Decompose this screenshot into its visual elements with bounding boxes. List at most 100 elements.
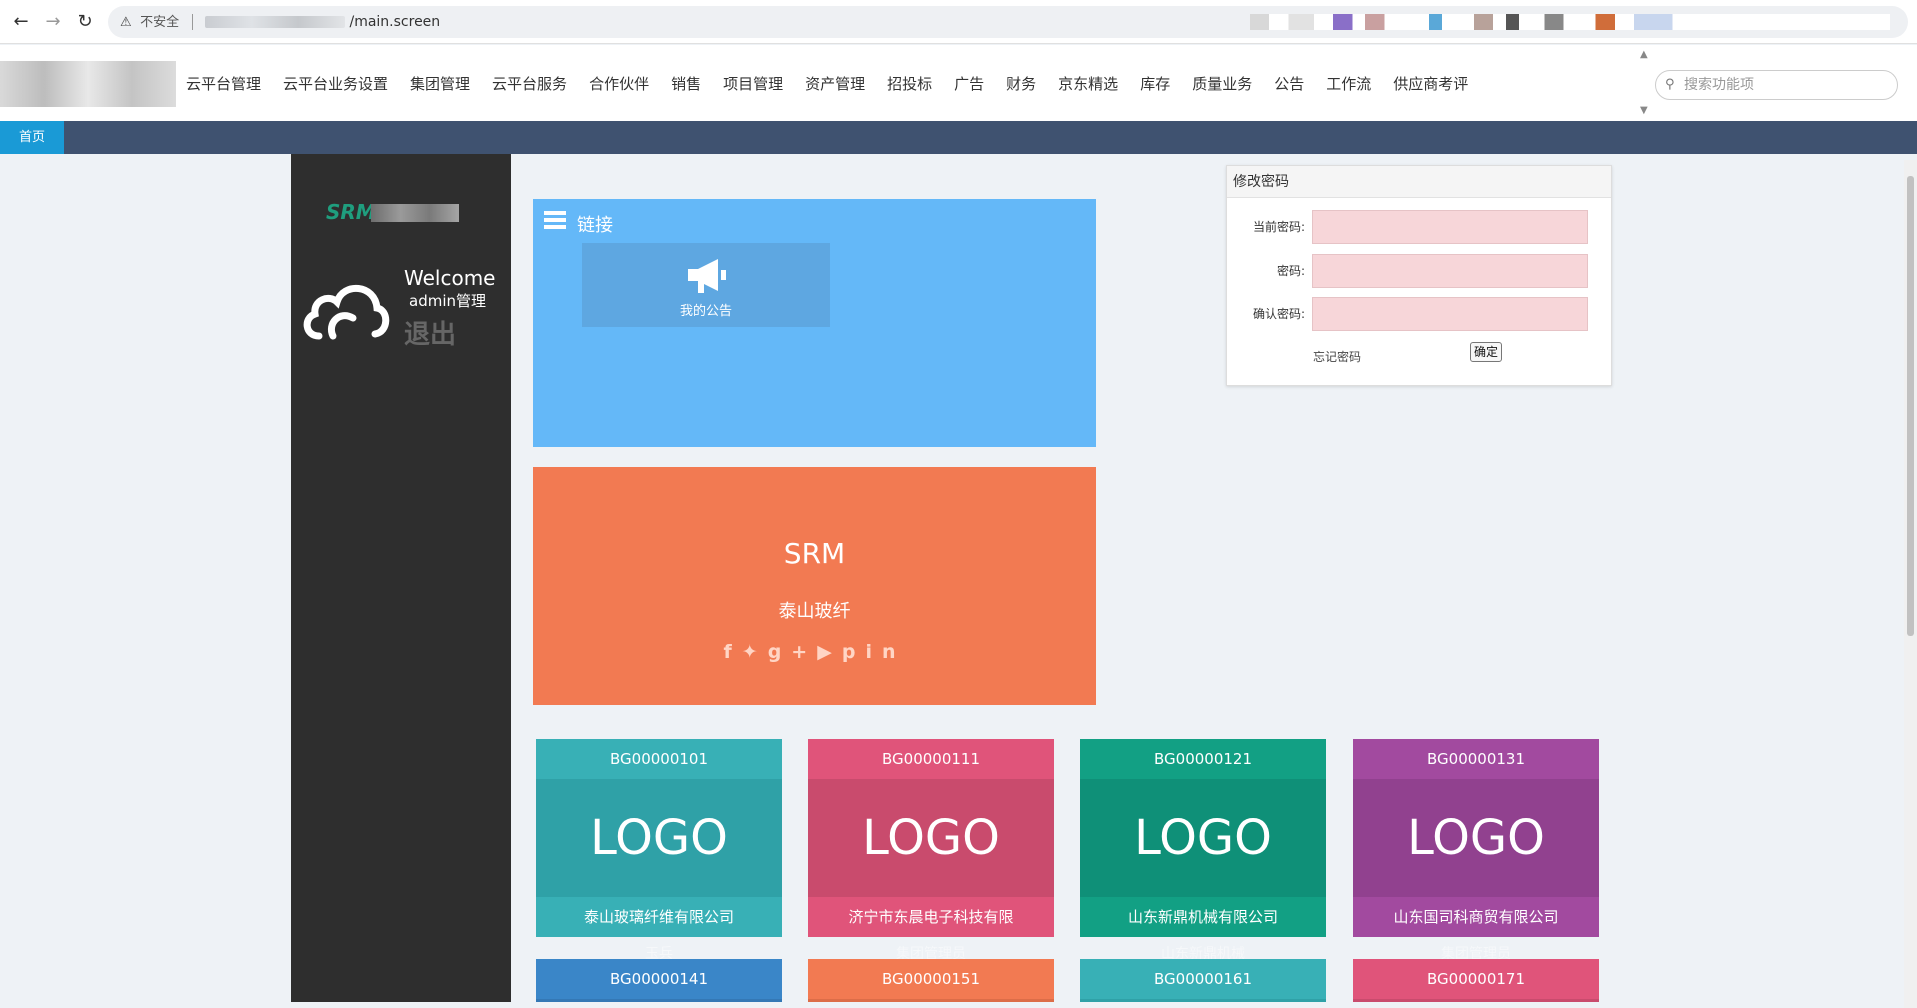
server-list-icon xyxy=(544,211,566,229)
scroll-up-icon[interactable]: ▲ xyxy=(1640,49,1648,60)
company-card[interactable]: BG00000131 LOGO 山东国司科商贸有限公司 集团管理员 xyxy=(1353,739,1599,962)
user-name: admin管理 xyxy=(409,292,486,310)
menu-item[interactable]: 合作伙伴 xyxy=(589,73,649,94)
search-input[interactable]: ⚲ 搜索功能项 xyxy=(1655,70,1898,100)
url-path: /main.screen xyxy=(349,14,441,30)
company-logo xyxy=(0,61,176,107)
tab-home[interactable]: 首页 xyxy=(0,121,64,154)
menu-scroll-arrows[interactable]: ▲ ▼ xyxy=(1640,49,1652,117)
scrollbar-thumb[interactable] xyxy=(1907,176,1914,636)
menu-item[interactable]: 集团管理 xyxy=(410,73,470,94)
my-notice-tile[interactable]: 我的公告 xyxy=(582,243,830,327)
main-content: SRM Welcome admin管理 退出 链接 我的公告 SRM 泰山玻纤 xyxy=(0,154,1917,1008)
current-password-label: 当前密码: xyxy=(1252,220,1305,234)
company-code: BG00000151 xyxy=(808,959,1054,1002)
change-password-panel: 修改密码 当前密码: 密码: 确认密码: 忘记密码 确定 xyxy=(1226,165,1612,386)
welcome-text: Welcome xyxy=(404,266,496,290)
company-name: 山东新鼎机械有限公司 xyxy=(1080,897,1326,937)
warning-icon: ⚠ xyxy=(120,15,132,30)
confirm-button[interactable]: 确定 xyxy=(1470,342,1502,362)
srm-panel: SRM 泰山玻纤 f✦g+▶pin xyxy=(533,467,1096,705)
menu-item[interactable]: 供应商考评 xyxy=(1393,73,1468,94)
link-panel: 链接 我的公告 xyxy=(533,199,1096,447)
browser-toolbar: ← → ↻ ⚠ 不安全 /main.screen xyxy=(0,0,1917,44)
menu-item[interactable]: 财务 xyxy=(1006,73,1036,94)
menu-item[interactable]: 广告 xyxy=(954,73,984,94)
top-menu: 云平台管理 云平台业务设置 集团管理 云平台服务 合作伙伴 销售 项目管理 资产管理 招投标 广告… xyxy=(186,45,1490,121)
company-code: BG00000121 xyxy=(1080,739,1326,779)
youtube-icon[interactable]: ▶ xyxy=(817,641,842,663)
twitter-icon[interactable]: ✦ xyxy=(742,641,768,663)
company-logo-placeholder: LOGO xyxy=(1353,779,1599,897)
current-password-row: 当前密码: xyxy=(1227,210,1613,244)
company-card[interactable]: BG00000101 LOGO 泰山玻璃纤维有限公司 玉兵 xyxy=(536,739,782,962)
tab-strip: 首页 xyxy=(0,121,1917,154)
menu-item[interactable]: 资产管理 xyxy=(805,73,865,94)
company-logo-placeholder: LOGO xyxy=(1080,779,1326,897)
megaphone-icon xyxy=(688,259,726,293)
back-arrow-icon[interactable]: ← xyxy=(9,10,33,34)
sidebar: SRM Welcome admin管理 退出 xyxy=(291,154,511,1002)
company-code: BG00000131 xyxy=(1353,739,1599,779)
menu-item[interactable]: 公告 xyxy=(1274,73,1304,94)
facebook-icon[interactable]: f xyxy=(723,641,741,663)
menu-item[interactable]: 库存 xyxy=(1140,73,1170,94)
menu-item[interactable]: 质量业务 xyxy=(1192,73,1252,94)
company-card[interactable]: BG00000141 xyxy=(536,959,782,1002)
company-name: 济宁市东晨电子科技有限 xyxy=(808,897,1054,937)
new-password-label: 密码: xyxy=(1276,264,1305,278)
blurred-extensions xyxy=(1250,14,1890,30)
password-panel-title: 修改密码 xyxy=(1227,166,1611,198)
menu-item[interactable]: 云平台服务 xyxy=(492,73,567,94)
logout-link[interactable]: 退出 xyxy=(404,314,456,351)
confirm-password-row: 确认密码: xyxy=(1227,297,1613,331)
blurred-host xyxy=(205,16,346,28)
srm-subtitle: 泰山玻纤 xyxy=(778,601,851,622)
current-password-input[interactable] xyxy=(1312,210,1588,244)
company-logo-placeholder: LOGO xyxy=(808,779,1054,897)
company-code: BG00000171 xyxy=(1353,959,1599,1002)
sidebar-brand: SRM xyxy=(326,200,376,224)
company-card[interactable]: BG00000161 xyxy=(1080,959,1326,1002)
confirm-password-input[interactable] xyxy=(1312,297,1588,331)
link-panel-title: 链接 xyxy=(577,215,613,236)
company-card[interactable]: BG00000151 xyxy=(808,959,1054,1002)
confirm-password-label: 确认密码: xyxy=(1252,307,1305,321)
my-notice-label: 我的公告 xyxy=(679,304,732,319)
menu-item[interactable]: 京东精选 xyxy=(1058,73,1118,94)
new-password-input[interactable] xyxy=(1312,254,1588,288)
company-name: 山东国司科商贸有限公司 xyxy=(1353,897,1599,937)
menu-item[interactable]: 招投标 xyxy=(887,73,932,94)
cloud-icon xyxy=(303,284,390,340)
scroll-down-icon[interactable]: ▼ xyxy=(1640,105,1648,116)
pinterest-icon[interactable]: p xyxy=(842,641,866,663)
menu-item[interactable]: 工作流 xyxy=(1326,73,1371,94)
company-card[interactable]: BG00000111 LOGO 济宁市东晨电子科技有限 集团管理员 xyxy=(808,739,1054,962)
address-separator xyxy=(191,14,193,30)
linkedin-icon[interactable]: in xyxy=(865,641,905,663)
forward-arrow-icon[interactable]: → xyxy=(41,10,65,34)
new-password-row: 密码: xyxy=(1227,254,1613,288)
menu-item[interactable]: 销售 xyxy=(671,73,701,94)
company-code: BG00000101 xyxy=(536,739,782,779)
vertical-scrollbar[interactable] xyxy=(1904,160,1917,1008)
company-card[interactable]: BG00000121 LOGO 山东新鼎机械有限公司 山东新鼎机械 xyxy=(1080,739,1326,962)
reload-icon[interactable]: ↻ xyxy=(73,10,97,34)
company-logo-placeholder: LOGO xyxy=(536,779,782,897)
google-plus-icon[interactable]: g+ xyxy=(768,641,818,663)
menu-item[interactable]: 云平台业务设置 xyxy=(283,73,388,94)
forgot-password-link[interactable]: 忘记密码 xyxy=(1313,348,1361,365)
app-header: 云平台管理 云平台业务设置 集团管理 云平台服务 合作伙伴 销售 项目管理 资产管理 招投标 广告… xyxy=(0,45,1917,121)
company-code: BG00000161 xyxy=(1080,959,1326,1002)
sidebar-brand-blurred xyxy=(371,204,459,222)
company-card[interactable]: BG00000171 xyxy=(1353,959,1599,1002)
search-icon: ⚲ xyxy=(1665,77,1675,92)
srm-title: SRM xyxy=(783,537,846,570)
security-label: 不安全 xyxy=(140,15,180,30)
company-code: BG00000141 xyxy=(536,959,782,1002)
company-code: BG00000111 xyxy=(808,739,1054,779)
menu-item[interactable]: 项目管理 xyxy=(723,73,783,94)
company-name: 泰山玻璃纤维有限公司 xyxy=(536,897,782,937)
search-placeholder: 搜索功能项 xyxy=(1684,77,1754,93)
menu-item[interactable]: 云平台管理 xyxy=(186,73,261,94)
